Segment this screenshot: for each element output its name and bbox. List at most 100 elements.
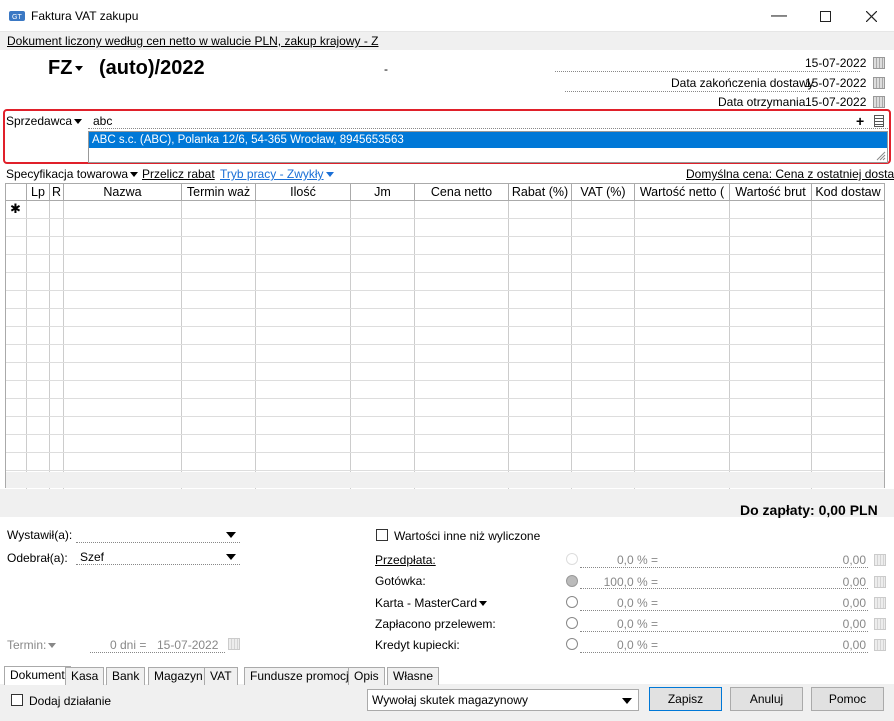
- add-seller-icon[interactable]: +: [856, 113, 864, 129]
- grid-header-r[interactable]: R: [50, 184, 64, 201]
- tab-fundusze-promocji[interactable]: Fundusze promocji: [244, 667, 358, 685]
- grid-row-line: [6, 254, 884, 255]
- grid-col: [635, 201, 730, 489]
- grid-col: [50, 201, 64, 489]
- grid-row-line: [6, 416, 884, 417]
- tab-dokument[interactable]: Dokument: [4, 666, 71, 685]
- calendar-icon: [228, 638, 240, 650]
- info-bar-text[interactable]: Dokument liczony według cen netto w walu…: [7, 34, 379, 48]
- calculator-icon: [874, 618, 886, 630]
- svg-text:GT: GT: [12, 14, 22, 21]
- cash-radio[interactable]: [566, 575, 578, 587]
- resize-grip-icon[interactable]: [876, 151, 886, 161]
- warehouse-select[interactable]: Wywołaj skutek magazynowy: [367, 689, 639, 711]
- issued-by-label: Wystawił(a):: [7, 528, 73, 542]
- receipt-date-value[interactable]: 15-07-2022: [805, 95, 866, 109]
- calculator-icon: [874, 639, 886, 651]
- grid-col: [572, 201, 635, 489]
- grid-col: [6, 201, 27, 489]
- transfer-amount: 0,00: [842, 617, 866, 631]
- grid-header-vat[interactable]: VAT (%): [572, 184, 635, 201]
- grid-row-line: [6, 218, 884, 219]
- cancel-button[interactable]: Anuluj: [730, 687, 803, 711]
- received-by-select[interactable]: Szef: [76, 549, 240, 565]
- grid-col: [415, 201, 509, 489]
- tab-wlasne[interactable]: Własne: [387, 667, 440, 685]
- tab-kasa[interactable]: Kasa: [65, 667, 105, 685]
- total-to-pay: Do zapłaty: 0,00 PLN: [740, 502, 878, 518]
- transfer-label: Zapłacono przelewem:: [375, 617, 496, 631]
- calendar-icon[interactable]: [873, 96, 885, 108]
- grid-header-unit[interactable]: Jm: [351, 184, 415, 201]
- delivery-date-value[interactable]: 15-07-2022: [805, 76, 866, 90]
- credit-amount: 0,00: [842, 638, 866, 652]
- grid-col: [509, 201, 572, 489]
- app-icon: GT: [9, 11, 25, 21]
- grid-header-expiry[interactable]: Termin waż: [182, 184, 256, 201]
- add-action-label: Dodaj działanie: [29, 694, 112, 708]
- term-label: Termin:: [7, 638, 57, 652]
- grid-header-gross-value[interactable]: Wartość brut: [730, 184, 812, 201]
- items-grid[interactable]: Lp R Nazwa Termin waż Ilość Jm Cena nett…: [5, 183, 885, 489]
- tab-magazyn[interactable]: Magazyn: [148, 667, 209, 685]
- seller-input[interactable]: abc: [88, 113, 888, 129]
- grid-header-net-price[interactable]: Cena netto: [415, 184, 509, 201]
- grid-header-lp[interactable]: Lp: [27, 184, 50, 201]
- add-action-checkbox[interactable]: [11, 694, 23, 706]
- card-radio[interactable]: [566, 596, 578, 608]
- minimize-icon[interactable]: —: [756, 0, 802, 32]
- credit-label: Kredyt kupiecki:: [375, 638, 460, 652]
- cash-amount: 0,00: [842, 575, 866, 589]
- doc-series-dash: -: [384, 62, 388, 76]
- recalc-discount-link[interactable]: Przelicz rabat: [142, 167, 215, 181]
- chevron-down-icon: [226, 554, 236, 560]
- tab-vat[interactable]: VAT: [204, 667, 238, 685]
- transfer-pct: 0,0 % =: [616, 617, 658, 631]
- transfer-radio[interactable]: [566, 617, 578, 629]
- grid-row-line: [6, 236, 884, 237]
- grid-row-line: [6, 272, 884, 273]
- calculator-icon: [874, 576, 886, 588]
- default-price-link[interactable]: Domyślna cena: Cena z ostatniej dostawy: [686, 167, 894, 181]
- issued-by-select[interactable]: [76, 527, 240, 543]
- doc-type[interactable]: FZ: [48, 57, 84, 80]
- grid-header-delivery-code[interactable]: Kod dostaw: [812, 184, 884, 201]
- work-mode-menu[interactable]: Tryb pracy - Zwykły: [220, 167, 334, 181]
- card-amount: 0,00: [842, 596, 866, 610]
- prepayment-label[interactable]: Przedpłata:: [375, 553, 436, 567]
- other-values-checkbox[interactable]: [376, 529, 388, 541]
- save-button[interactable]: Zapisz: [649, 687, 722, 711]
- help-button[interactable]: Pomoc: [811, 687, 884, 711]
- new-row-icon[interactable]: ✱: [10, 201, 21, 217]
- title-bar: GT Faktura VAT zakupu —: [0, 0, 894, 32]
- maximize-icon[interactable]: [802, 0, 848, 32]
- tab-bank[interactable]: Bank: [106, 667, 146, 685]
- tab-opis[interactable]: Opis: [348, 667, 385, 685]
- grid-header-net-value[interactable]: Wartość netto (: [635, 184, 730, 201]
- grid-row-line: [6, 362, 884, 363]
- warehouse-select-value: Wywołaj skutek magazynowy: [372, 693, 528, 707]
- calendar-icon[interactable]: [873, 57, 885, 69]
- seller-suggestion-item[interactable]: ABC s.c. (ABC), Polanka 12/6, 54-365 Wro…: [89, 132, 887, 148]
- prepayment-pct: 0,0 % =: [616, 553, 658, 567]
- issue-date-value[interactable]: 15-07-2022: [805, 56, 866, 70]
- grid-header-qty[interactable]: Ilość: [256, 184, 351, 201]
- other-values-label: Wartości inne niż wyliczone: [394, 529, 541, 543]
- grid-header-discount[interactable]: Rabat (%): [509, 184, 572, 201]
- term-days: 0 dni =: [110, 638, 147, 652]
- grid-col: [64, 201, 182, 489]
- cash-pct: 100,0 % =: [603, 575, 658, 589]
- grid-row-line: [6, 470, 884, 471]
- spec-menu[interactable]: Specyfikacja towarowa: [6, 167, 139, 181]
- calendar-icon[interactable]: [873, 77, 885, 89]
- list-icon[interactable]: [874, 115, 884, 127]
- grid-header-name[interactable]: Nazwa: [64, 184, 182, 201]
- calculator-icon: [874, 597, 886, 609]
- seller-label[interactable]: Sprzedawca: [6, 114, 83, 128]
- delivery-date-label: Data zakończenia dostawy: [671, 76, 814, 90]
- grid-row-line: [6, 308, 884, 309]
- grid-col: [351, 201, 415, 489]
- card-menu[interactable]: Karta - MasterCard: [375, 596, 488, 610]
- close-icon[interactable]: [848, 0, 894, 32]
- credit-radio[interactable]: [566, 638, 578, 650]
